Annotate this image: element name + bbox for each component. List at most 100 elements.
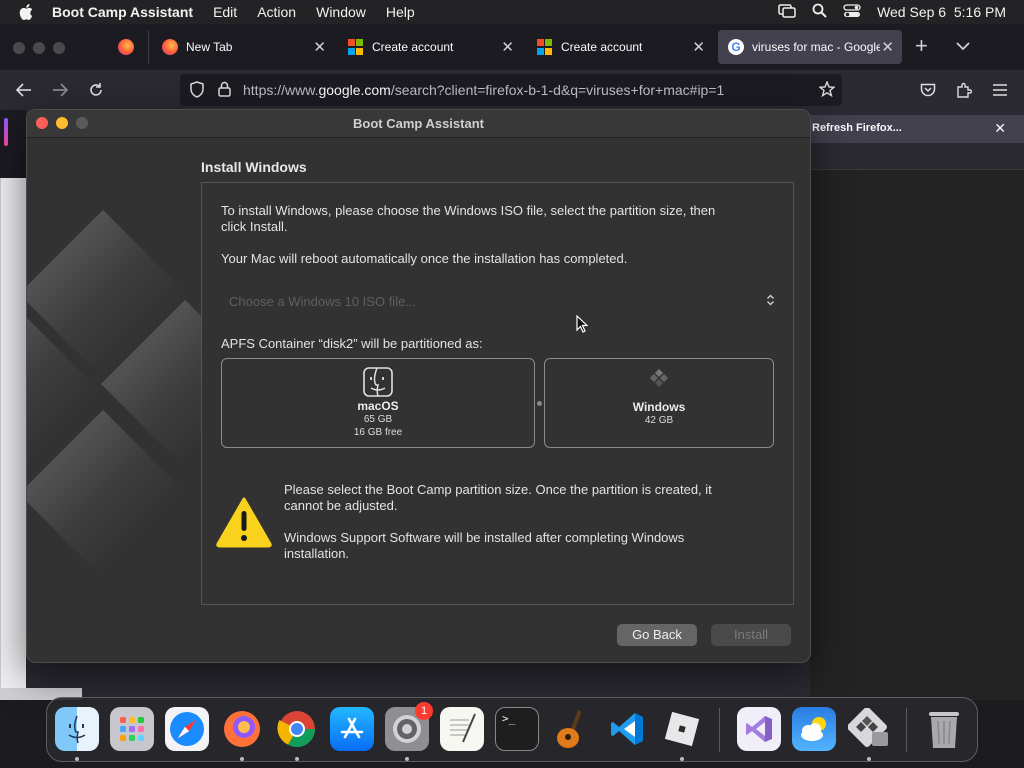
firefox-icon: [162, 39, 178, 55]
boot-camp-dialog: Boot Camp Assistant Install Windows To i…: [26, 109, 811, 663]
menu-bar: Boot Camp Assistant Edit Action Window H…: [0, 0, 1024, 24]
safari-icon[interactable]: [165, 707, 209, 751]
windows-partition: Windows 42 GB: [544, 358, 774, 448]
forward-arrow-icon[interactable]: [48, 78, 72, 102]
refresh-firefox-notification[interactable]: Refresh Firefox... ✕: [810, 115, 1024, 143]
hamburger-menu-icon[interactable]: [988, 78, 1012, 102]
running-indicator: [75, 757, 79, 761]
dialog-title: Boot Camp Assistant: [353, 116, 484, 131]
menu-help[interactable]: Help: [386, 4, 415, 20]
intro-line-1: To install Windows, please choose the Wi…: [221, 203, 716, 218]
url-bar[interactable]: https://www.google.com/search?client=fir…: [180, 74, 842, 106]
bookmark-star-icon[interactable]: [818, 80, 836, 102]
support-text: Windows Support Software will be install…: [284, 530, 684, 562]
window-close-button[interactable]: [13, 42, 25, 54]
lock-icon[interactable]: [218, 81, 231, 102]
tab-strip: New Tab ✕ Create account ✕ Create accoun…: [0, 24, 1024, 70]
windows-size: 42 GB: [644, 415, 674, 426]
garageband-icon[interactable]: [550, 707, 594, 751]
close-tab-icon[interactable]: ✕: [692, 38, 705, 56]
warning-icon: [215, 496, 273, 553]
visual-studio-icon[interactable]: [737, 707, 781, 751]
roblox-icon[interactable]: [660, 707, 704, 751]
iso-file-popup[interactable]: Choose a Windows 10 ISO file...: [221, 291, 777, 313]
app-store-icon[interactable]: [330, 707, 374, 751]
back-arrow-icon[interactable]: [12, 78, 36, 102]
firefox-view-icon[interactable]: [118, 39, 134, 55]
tab-create-account-2[interactable]: Create account ✕: [527, 30, 713, 64]
iso-placeholder[interactable]: Choose a Windows 10 ISO file...: [229, 294, 416, 309]
list-all-tabs-chevron-icon[interactable]: [956, 38, 970, 56]
menu-window[interactable]: Window: [316, 4, 366, 20]
reboot-note: Your Mac will reboot automatically once …: [221, 251, 628, 266]
firefox-icon[interactable]: [220, 707, 264, 751]
system-settings-icon[interactable]: 1: [385, 702, 433, 751]
section-title: Install Windows: [201, 159, 307, 175]
textedit-icon[interactable]: [440, 707, 484, 751]
partition-divider-handle[interactable]: [537, 401, 542, 406]
menu-action[interactable]: Action: [257, 4, 296, 20]
finder-icon[interactable]: [55, 707, 99, 751]
notification-text[interactable]: Refresh Firefox...: [812, 122, 902, 134]
popup-arrows-icon[interactable]: [766, 294, 775, 308]
spotlight-search-icon[interactable]: [812, 3, 827, 21]
go-back-button[interactable]: Go Back: [617, 624, 697, 646]
trash-icon[interactable]: [922, 707, 966, 751]
microsoft-icon: [537, 39, 553, 55]
close-notification-icon[interactable]: ✕: [994, 120, 1006, 137]
support-line-1: Windows Support Software will be install…: [284, 530, 685, 545]
menu-edit[interactable]: Edit: [213, 4, 237, 20]
url-text[interactable]: https://www.google.com/search?client=fir…: [243, 82, 724, 98]
tab-create-account-1[interactable]: Create account ✕: [338, 30, 522, 64]
windows-logo-artwork: [27, 210, 202, 578]
macos-partition: macOS 65 GB 16 GB free: [221, 358, 535, 448]
running-indicator: [405, 757, 409, 761]
window-minimize-button[interactable]: [33, 42, 45, 54]
app-menu-title[interactable]: Boot Camp Assistant: [52, 4, 193, 20]
weather-icon[interactable]: [792, 707, 836, 751]
dock-separator: [719, 708, 720, 752]
warning-line-2: cannot be adjusted.: [284, 498, 398, 513]
google-icon: G: [728, 39, 744, 55]
reload-icon[interactable]: [84, 78, 108, 102]
close-tab-icon[interactable]: ✕: [501, 38, 514, 56]
mouse-cursor-icon: [576, 314, 589, 338]
launchpad-icon[interactable]: [110, 707, 154, 751]
apple-menu-icon[interactable]: [0, 4, 52, 20]
screen-mirroring-icon[interactable]: [778, 3, 796, 21]
support-line-2: installation.: [284, 546, 350, 561]
tab-new-tab[interactable]: New Tab ✕: [152, 30, 334, 64]
dock: 1 >_: [46, 697, 978, 762]
menubar-clock[interactable]: Wed Sep 6 5:16 PM: [877, 4, 1006, 20]
macos-size: 65 GB: [363, 414, 393, 425]
intro-text: To install Windows, please choose the Wi…: [221, 203, 715, 235]
window-zoom-button[interactable]: [53, 42, 65, 54]
boot-camp-icon[interactable]: [847, 707, 891, 751]
close-tab-icon[interactable]: ✕: [313, 38, 326, 56]
tab-title: viruses for mac - Google: [752, 40, 880, 54]
notification-badge: 1: [415, 702, 433, 720]
tab-google-search[interactable]: G viruses for mac - Google ✕: [718, 30, 902, 64]
running-indicator: [867, 757, 871, 761]
macos-name: macOS: [357, 399, 399, 413]
page-background: [810, 147, 1024, 167]
windows-diamond-icon: [644, 366, 674, 396]
vscode-icon[interactable]: [605, 707, 649, 751]
dock-separator: [906, 708, 907, 752]
macos-free: 16 GB free: [353, 427, 403, 438]
chrome-icon[interactable]: [275, 707, 319, 751]
new-tab-plus-icon[interactable]: +: [915, 34, 928, 58]
tracking-protection-shield-icon[interactable]: [190, 81, 204, 103]
microsoft-icon: [348, 39, 364, 55]
running-indicator: [240, 757, 244, 761]
tab-title: Create account: [372, 40, 454, 54]
pocket-icon[interactable]: [916, 78, 940, 102]
close-tab-icon[interactable]: ✕: [881, 38, 894, 56]
install-button[interactable]: Install: [711, 624, 791, 646]
warning-text: Please select the Boot Camp partition si…: [284, 482, 712, 514]
tab-title: Create account: [561, 40, 643, 54]
terminal-icon[interactable]: >_: [495, 707, 539, 751]
control-center-icon[interactable]: [843, 3, 861, 21]
partition-label: APFS Container “disk2” will be partition…: [221, 336, 483, 351]
extensions-puzzle-icon[interactable]: [952, 78, 976, 102]
